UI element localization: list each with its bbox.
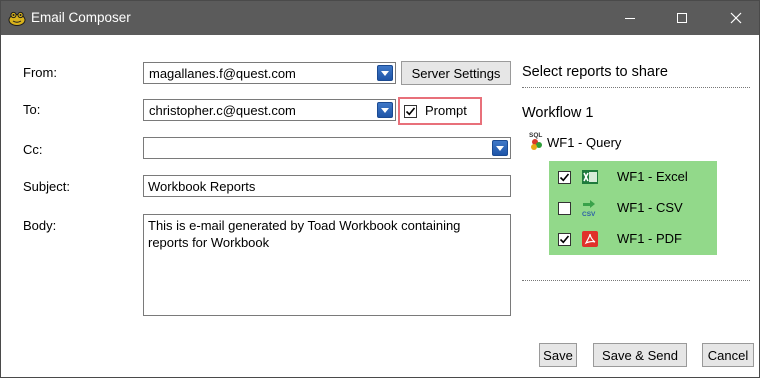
- report-list-panel: WF1 - Excel CSV WF1 - CSV WF1 - PDF: [549, 161, 717, 255]
- cc-dropdown[interactable]: [143, 137, 511, 159]
- to-label: To:: [23, 102, 41, 117]
- subject-value: Workbook Reports: [148, 179, 256, 194]
- maximize-icon: [677, 13, 687, 23]
- report-item-excel[interactable]: WF1 - Excel: [549, 162, 717, 192]
- checkmark-icon: [559, 173, 570, 182]
- minimize-button[interactable]: [607, 1, 653, 35]
- to-value: christopher.c@quest.com: [149, 103, 296, 118]
- save-and-send-button[interactable]: Save & Send: [593, 343, 687, 367]
- report-item-pdf[interactable]: WF1 - PDF: [549, 224, 717, 254]
- workflow-title: Workflow 1: [522, 105, 594, 121]
- divider-bottom: [522, 280, 750, 281]
- pdf-icon: [582, 231, 598, 247]
- body-label: Body:: [23, 218, 57, 233]
- cc-label: Cc:: [23, 142, 43, 157]
- window-title: Email Composer: [31, 10, 131, 25]
- report-item-csv[interactable]: CSV WF1 - CSV: [549, 193, 717, 223]
- svg-text:SQL: SQL: [529, 132, 542, 139]
- query-label: WF1 - Query: [547, 135, 622, 150]
- maximize-button[interactable]: [659, 1, 705, 35]
- close-button[interactable]: [713, 1, 759, 35]
- divider-top: [522, 87, 750, 88]
- body-value: This is e-mail generated by Toad Workboo…: [148, 218, 465, 250]
- email-composer-window: Email Composer From: magallanes.f@quest.…: [0, 0, 760, 378]
- excel-icon: [582, 170, 598, 184]
- subject-input[interactable]: Workbook Reports: [143, 175, 511, 197]
- prompt-checkbox[interactable]: [404, 105, 417, 118]
- title-bar: Email Composer: [1, 1, 759, 35]
- from-dropdown[interactable]: magallanes.f@quest.com: [143, 62, 396, 84]
- from-value: magallanes.f@quest.com: [149, 66, 296, 81]
- excel-checkbox[interactable]: [558, 171, 571, 184]
- from-dropdown-button[interactable]: [377, 65, 393, 81]
- pdf-checkbox[interactable]: [558, 233, 571, 246]
- chevron-down-icon: [381, 107, 389, 113]
- svg-text:CSV: CSV: [582, 211, 596, 217]
- toad-app-icon: [8, 11, 26, 26]
- server-settings-button[interactable]: Server Settings: [401, 61, 511, 85]
- cancel-button[interactable]: Cancel: [702, 343, 754, 367]
- sql-query-icon: SQL: [529, 132, 542, 150]
- reports-heading: Select reports to share: [522, 64, 668, 80]
- csv-checkbox[interactable]: [558, 202, 571, 215]
- pdf-label: WF1 - PDF: [617, 231, 682, 246]
- to-dropdown[interactable]: christopher.c@quest.com: [143, 99, 396, 121]
- prompt-label: Prompt: [425, 103, 467, 118]
- chevron-down-icon: [496, 145, 504, 151]
- checkmark-icon: [405, 107, 416, 116]
- excel-label: WF1 - Excel: [617, 169, 688, 184]
- csv-label: WF1 - CSV: [617, 200, 683, 215]
- csv-icon: CSV: [582, 200, 596, 217]
- to-dropdown-button[interactable]: [377, 102, 393, 118]
- checkmark-icon: [559, 235, 570, 244]
- body-textarea[interactable]: This is e-mail generated by Toad Workboo…: [143, 214, 511, 316]
- subject-label: Subject:: [23, 179, 70, 194]
- from-label: From:: [23, 65, 57, 80]
- minimize-icon: [625, 18, 635, 19]
- chevron-down-icon: [381, 70, 389, 76]
- cc-dropdown-button[interactable]: [492, 140, 508, 156]
- close-icon: [730, 12, 742, 24]
- save-button[interactable]: Save: [539, 343, 577, 367]
